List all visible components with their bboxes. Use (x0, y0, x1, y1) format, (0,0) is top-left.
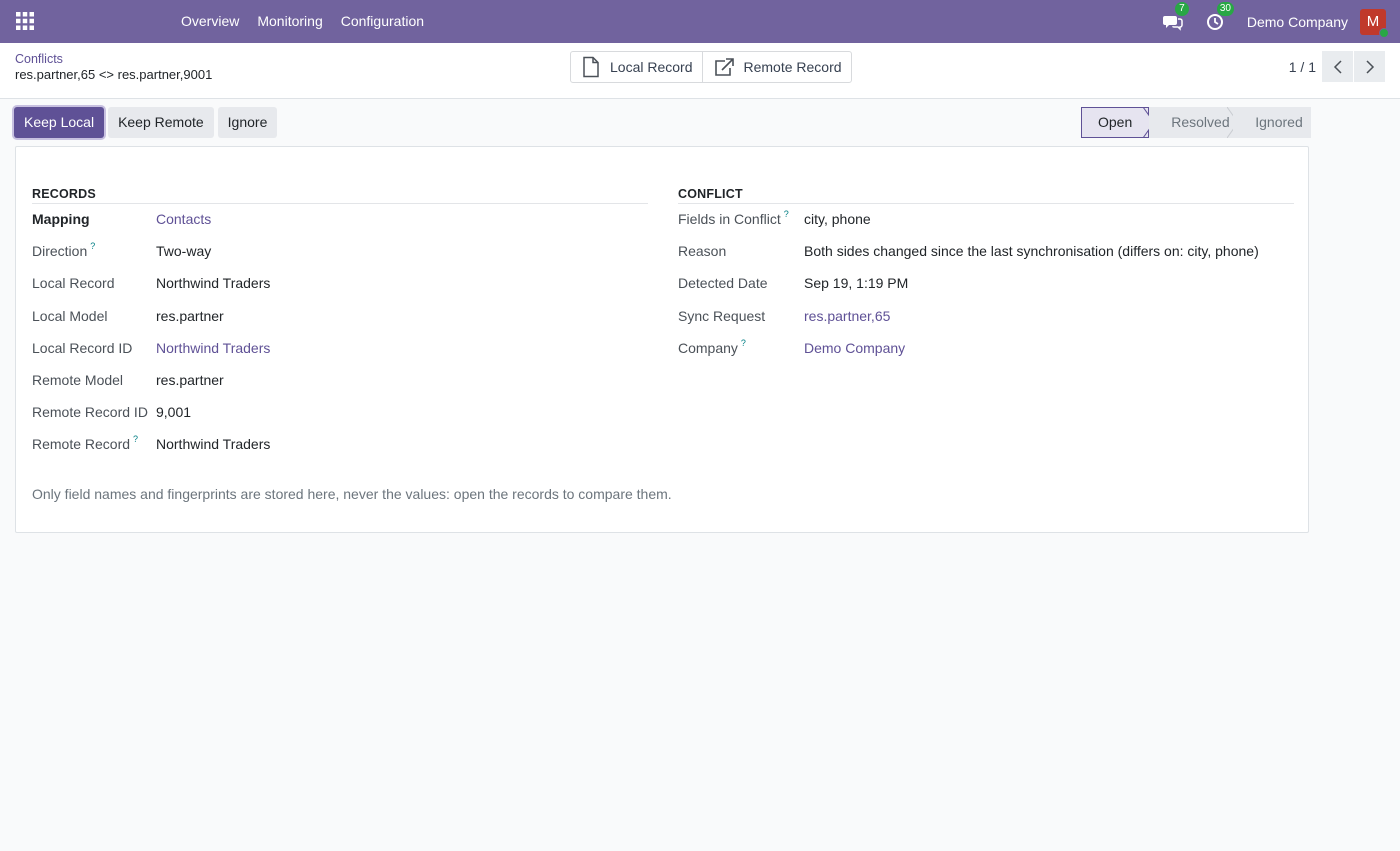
menu-overview[interactable]: Overview (172, 0, 248, 43)
field-label: Local Record ID (32, 339, 133, 356)
mapping-link[interactable]: Contacts (156, 211, 211, 227)
field-value: 9,001 (156, 404, 192, 421)
field-label: Remote Model (32, 371, 124, 388)
activities-badge: 30 (1216, 1, 1234, 16)
apps-grid-icon[interactable] (16, 12, 34, 30)
field-company: Company? Demo Company (678, 333, 1294, 365)
field-remote-record-id: Remote Record ID 9,001 (32, 397, 648, 429)
activities-button[interactable]: 30 (1205, 1, 1234, 32)
field-fields-in-conflict: Fields in Conflict? city, phone (678, 204, 1294, 236)
conflict-group: CONFLICT Fields in Conflict? city, phone… (678, 187, 1294, 365)
status-open-label: Open (1098, 114, 1133, 130)
field-detected-date: Detected Date Sep 19, 1:19 PM (678, 268, 1294, 300)
company-switcher[interactable]: Demo Company (1247, 14, 1348, 30)
field-label: Sync Request (678, 307, 766, 324)
sync-request-link[interactable]: res.partner,65 (804, 308, 890, 324)
field-label: Reason (678, 243, 727, 260)
menu-monitoring[interactable]: Monitoring (248, 0, 331, 43)
messages-button[interactable]: 7 (1162, 1, 1189, 32)
field-value: city, phone (804, 211, 871, 227)
local-record-id-link[interactable]: Northwind Traders (156, 340, 270, 356)
field-reason: Reason Both sides changed since the last… (678, 236, 1294, 268)
pager-buttons (1322, 51, 1385, 82)
status-open[interactable]: Open (1081, 107, 1150, 138)
field-value: Northwind Traders (156, 436, 271, 453)
field-remote-record: Remote Record? Northwind Traders (32, 429, 648, 461)
pager-next-button[interactable] (1354, 51, 1385, 82)
remote-record-button[interactable]: Remote Record (701, 52, 851, 82)
field-label: Remote Record ID (32, 404, 148, 421)
status-ignored[interactable]: Ignored (1233, 107, 1312, 138)
ignore-button[interactable]: Ignore (217, 107, 278, 138)
field-value: Both sides changed since the last synchr… (804, 243, 1259, 260)
avatar-initial: M (1366, 12, 1380, 30)
field-remote-model: Remote Model res.partner (32, 365, 648, 397)
field-local-record-id: Local Record ID Northwind Traders (32, 333, 648, 365)
field-mapping: Mapping Contacts (32, 204, 648, 236)
status-bar: Open Resolved Ignored (1081, 107, 1312, 138)
field-label: Mapping (32, 211, 90, 227)
form-sheet: RECORDS Mapping Contacts Direction? Two-… (15, 146, 1309, 533)
help-tooltip-icon[interactable]: ? (90, 241, 95, 251)
field-value: res.partner (156, 307, 224, 324)
pager-value[interactable]: 1 / 1 (1289, 59, 1316, 75)
field-value: Sep 19, 1:19 PM (804, 275, 909, 292)
company-link[interactable]: Demo Company (804, 340, 905, 356)
field-label: Direction? (32, 241, 96, 260)
help-tooltip-icon[interactable]: ? (784, 209, 789, 219)
main-menu: Overview Monitoring Configuration (172, 0, 433, 43)
smart-buttons: Local Record Remote Record (570, 51, 852, 83)
record-title: res.partner,65 <> res.partner,9001 (15, 67, 213, 82)
form-action-buttons: Keep Local Keep Remote Ignore (14, 107, 281, 138)
chevron-right-icon (1365, 59, 1374, 74)
keep-local-button[interactable]: Keep Local (14, 107, 105, 138)
pager-previous-button[interactable] (1322, 51, 1353, 82)
conflict-group-title: CONFLICT (678, 187, 1294, 204)
field-direction: Direction? Two-way (32, 236, 648, 268)
field-label: Fields in Conflict? (678, 209, 789, 227)
systray: 7 30 Demo Company M (1162, 0, 1400, 43)
help-tooltip-icon[interactable]: ? (741, 338, 746, 348)
status-resolved[interactable]: Resolved (1149, 107, 1234, 138)
breadcrumb-conflicts[interactable]: Conflicts (15, 52, 63, 66)
field-label: Local Record (32, 275, 115, 292)
external-link-icon (714, 58, 734, 76)
keep-remote-button[interactable]: Keep Remote (108, 107, 214, 138)
local-record-button[interactable]: Local Record (571, 52, 702, 82)
messages-badge: 7 (1174, 1, 1189, 16)
field-value: res.partner (156, 371, 224, 388)
field-label: Remote Record? (32, 434, 139, 453)
field-value: Northwind Traders (156, 275, 271, 292)
field-local-model: Local Model res.partner (32, 301, 648, 333)
field-sync-request: Sync Request res.partner,65 (678, 301, 1294, 333)
records-group: RECORDS Mapping Contacts Direction? Two-… (32, 187, 648, 462)
menu-configuration[interactable]: Configuration (332, 0, 433, 43)
help-tooltip-icon[interactable]: ? (133, 434, 138, 444)
remote-record-label: Remote Record (743, 59, 842, 75)
local-record-label: Local Record (610, 59, 693, 75)
file-icon (583, 56, 599, 78)
records-group-title: RECORDS (32, 187, 648, 204)
field-local-record: Local Record Northwind Traders (32, 268, 648, 300)
control-panel: Conflicts res.partner,65 <> res.partner,… (0, 43, 1400, 99)
top-navbar: Overview Monitoring Configuration 7 30 D… (0, 0, 1400, 43)
field-value: Two-way (156, 243, 212, 260)
user-avatar[interactable]: M (1360, 8, 1389, 38)
field-label: Local Model (32, 307, 108, 324)
status-ignored-label: Ignored (1255, 114, 1303, 130)
status-resolved-label: Resolved (1171, 114, 1230, 130)
chevron-left-icon (1333, 59, 1342, 74)
field-label: Detected Date (678, 275, 768, 292)
storage-note: Only field names and fingerprints are st… (32, 486, 672, 502)
online-status-icon (1379, 27, 1389, 38)
field-label: Company? (678, 337, 746, 356)
